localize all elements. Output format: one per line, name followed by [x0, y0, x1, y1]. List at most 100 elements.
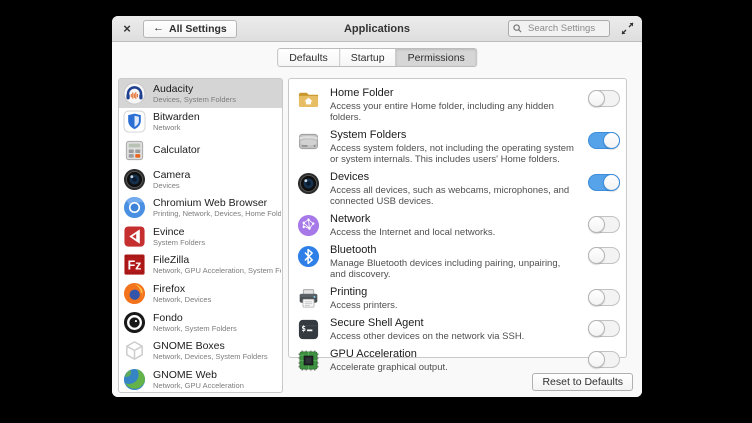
home-folder-icon — [297, 88, 320, 111]
permission-description: Access printers. — [330, 300, 578, 311]
app-list-item[interactable]: Fondo Network, System Folders — [119, 308, 282, 337]
app-list-item[interactable]: GNOME Boxes Network, Devices, System Fol… — [119, 336, 282, 365]
permission-description: Access other devices on the network via … — [330, 331, 578, 342]
app-list-item[interactable]: Calculator — [119, 136, 282, 165]
bitwarden-icon — [123, 110, 146, 133]
app-name: Audacity — [153, 83, 236, 95]
toggle-switch[interactable] — [588, 216, 620, 233]
toggle-switch[interactable] — [588, 90, 620, 107]
permission-title: Bluetooth — [330, 244, 578, 257]
settings-window: × ← All Settings Applications DefaultsSt… — [112, 16, 642, 397]
permission-title: Home Folder — [330, 87, 578, 100]
app-name: FileZilla — [153, 254, 281, 266]
svg-text:$: $ — [301, 324, 306, 333]
app-name: Bitwarden — [153, 111, 200, 123]
permission-title: Printing — [330, 286, 578, 299]
app-name: Evince — [153, 226, 205, 238]
app-granted-permissions: Printing, Network, Devices, Home Folder — [153, 209, 281, 218]
close-button[interactable]: × — [119, 21, 135, 37]
gnome-web-icon — [123, 368, 146, 391]
app-granted-permissions: Network, GPU Acceleration — [153, 381, 244, 390]
app-granted-permissions: Network — [153, 123, 200, 132]
permission-description: Access system folders, not including the… — [330, 143, 578, 165]
app-list-item[interactable]: Bitwarden Network — [119, 108, 282, 137]
permissions-panel: Home Folder Access your entire Home fold… — [288, 78, 627, 358]
app-list-item[interactable]: Evince System Folders — [119, 222, 282, 251]
toggle-switch[interactable] — [588, 320, 620, 337]
toggle-switch[interactable] — [588, 247, 620, 264]
app-list-item[interactable]: Audacity Devices, System Folders — [119, 79, 282, 108]
permission-row: Devices Access all devices, such as webc… — [297, 171, 620, 207]
toggle-knob — [588, 90, 605, 107]
app-name: Calculator — [153, 144, 200, 156]
app-granted-permissions: Network, System Folders — [153, 324, 237, 333]
toggle-switch[interactable] — [588, 174, 620, 191]
toggle-knob — [588, 351, 605, 368]
tab-defaults[interactable]: Defaults — [278, 49, 339, 66]
toggle-knob — [603, 174, 620, 191]
back-arrow-icon: ← — [153, 23, 164, 34]
system-folders-icon — [297, 130, 320, 153]
printer-icon — [297, 287, 320, 310]
app-name: Chromium Web Browser — [153, 197, 281, 209]
content-area: DefaultsStartupPermissions Audacity Devi… — [112, 42, 642, 397]
toggle-knob — [588, 320, 605, 337]
toggle-knob — [588, 216, 605, 233]
gpu-chip-icon — [297, 349, 320, 372]
calculator-icon — [123, 139, 146, 162]
app-list-item[interactable]: GNOME Web Network, GPU Acceleration — [119, 365, 282, 393]
app-granted-permissions: Devices, System Folders — [153, 95, 236, 104]
permission-description: Access your entire Home folder, includin… — [330, 101, 578, 123]
search-input[interactable] — [526, 22, 605, 35]
toggle-switch[interactable] — [588, 132, 620, 149]
app-name: Camera — [153, 169, 190, 181]
app-granted-permissions: Network, GPU Acceleration, System Fo… — [153, 266, 281, 275]
permission-title: Devices — [330, 171, 578, 184]
app-name: Firefox — [153, 283, 211, 295]
app-name: GNOME Boxes — [153, 340, 268, 352]
toggle-switch[interactable] — [588, 289, 620, 306]
search-icon — [513, 24, 522, 33]
permission-row: Home Folder Access your entire Home fold… — [297, 87, 620, 123]
app-list-item[interactable]: Fz FileZilla Network, GPU Acceleration, … — [119, 251, 282, 280]
maximize-icon[interactable] — [621, 22, 634, 35]
app-list: Audacity Devices, System Folders Bitward… — [118, 78, 283, 393]
toggle-knob — [588, 247, 605, 264]
app-granted-permissions: System Folders — [153, 238, 205, 247]
permission-row: System Folders Access system folders, no… — [297, 129, 620, 165]
all-settings-button[interactable]: ← All Settings — [143, 20, 237, 38]
app-granted-permissions: Devices — [153, 181, 190, 190]
app-list-item[interactable]: Chromium Web Browser Printing, Network, … — [119, 193, 282, 222]
camera-lens-icon — [297, 172, 320, 195]
permission-row: Bluetooth Manage Bluetooth devices inclu… — [297, 244, 620, 280]
toggle-switch[interactable] — [588, 351, 620, 368]
permission-description: Accelerate graphical output. — [330, 362, 578, 373]
tab-startup[interactable]: Startup — [339, 49, 396, 66]
filezilla-icon: Fz — [123, 253, 146, 276]
app-granted-permissions: Network, Devices — [153, 295, 211, 304]
permission-title: System Folders — [330, 129, 578, 142]
reset-to-defaults-button[interactable]: Reset to Defaults — [532, 373, 633, 391]
chromium-icon — [123, 196, 146, 219]
evince-icon — [123, 225, 146, 248]
permission-description: Access all devices, such as webcams, mic… — [330, 185, 578, 207]
bluetooth-icon — [297, 245, 320, 268]
permission-row: $ Secure Shell Agent Access other device… — [297, 317, 620, 342]
gnome-boxes-icon — [123, 339, 146, 362]
app-list-item[interactable]: Camera Devices — [119, 165, 282, 194]
permission-row: GPU Acceleration Accelerate graphical ou… — [297, 348, 620, 373]
app-granted-permissions: Network, Devices, System Folders — [153, 352, 268, 361]
permission-row: Printing Access printers. — [297, 286, 620, 311]
tab-permissions[interactable]: Permissions — [396, 49, 476, 66]
permission-description: Access the Internet and local networks. — [330, 227, 578, 238]
app-name: GNOME Web — [153, 369, 244, 381]
search-field[interactable] — [508, 20, 610, 37]
terminal-icon: $ — [297, 318, 320, 341]
permission-title: Network — [330, 213, 578, 226]
firefox-icon — [123, 282, 146, 305]
app-name: Fondo — [153, 312, 237, 324]
all-settings-label: All Settings — [169, 23, 227, 35]
app-list-item[interactable]: Firefox Network, Devices — [119, 279, 282, 308]
svg-text:Fz: Fz — [128, 259, 142, 273]
toggle-knob — [603, 132, 620, 149]
